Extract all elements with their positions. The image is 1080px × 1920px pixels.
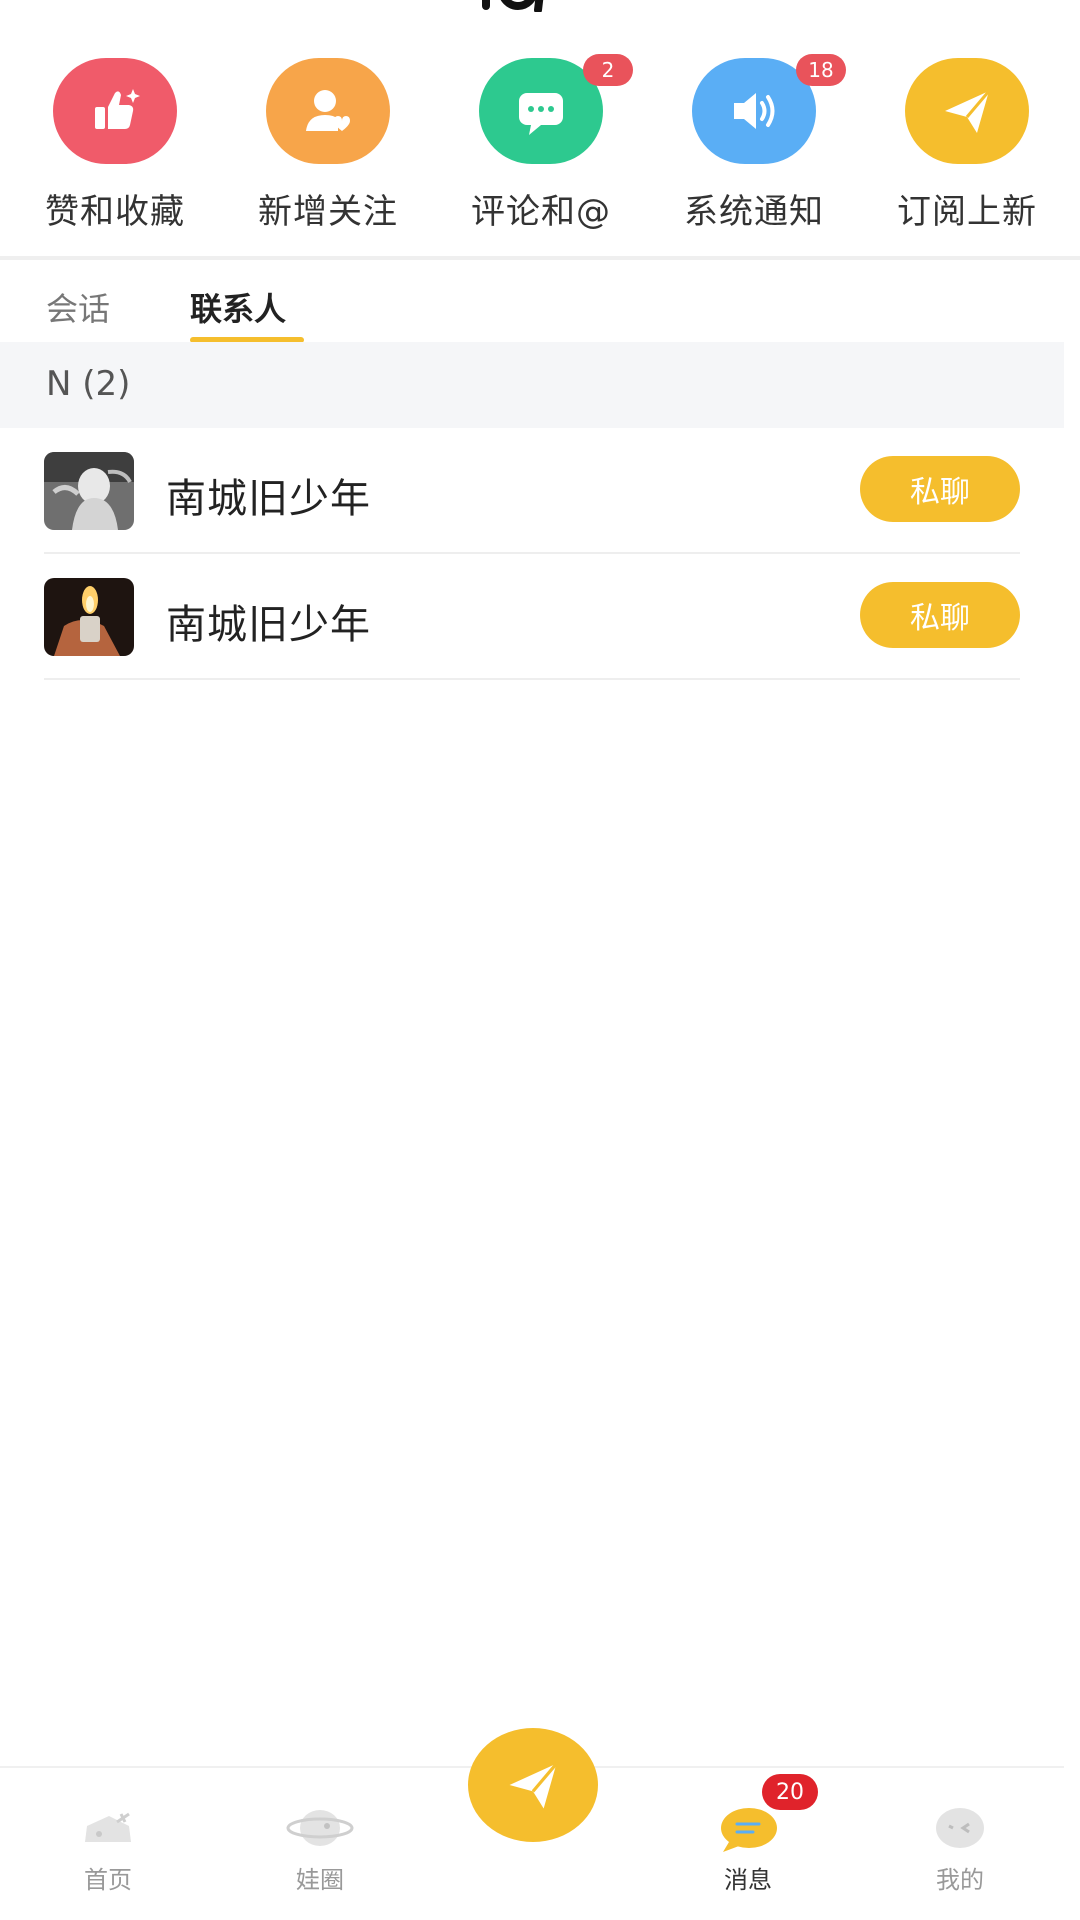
tab-contacts[interactable]: 联系人 [190,284,286,330]
planet-icon [286,1810,354,1846]
avatar [44,452,134,530]
top-cropped-title [0,0,1080,20]
category-label: 系统通知 [684,192,824,232]
nav-circle[interactable]: 娃圈 [250,1768,390,1895]
category-label: 订阅上新 [897,192,1037,232]
contact-name: 南城旧少年 [166,602,371,648]
contact-name: 南城旧少年 [166,476,371,522]
cropped-logo-icon [482,0,544,12]
list-item[interactable]: 南城旧少年 私聊 [44,428,1020,554]
unread-badge: 18 [796,54,846,86]
contact-group-header: N (2) [0,342,1064,428]
private-chat-button[interactable]: 私聊 [860,582,1020,648]
chat-bubble-icon: 2 [479,54,633,164]
category-label: 新增关注 [258,192,398,232]
category-comments-mentions[interactable]: 2 评论和@ [451,54,633,233]
home-doll-icon [85,1812,131,1842]
notification-categories: 赞和收藏 新增关注 2 评论和@ 18 系统通知 订阅上新 [0,54,1080,258]
category-system-notices[interactable]: 18 系统通知 [664,54,846,233]
section-divider [0,256,1080,260]
list-item[interactable]: 南城旧少年 私聊 [44,554,1020,680]
paper-plane-icon [509,1762,558,1809]
nav-home[interactable]: 首页 [38,1768,178,1895]
unread-badge: 2 [583,54,633,86]
messages-unread-badge: 20 [762,1774,818,1810]
lighter-flame-avatar [44,578,134,656]
category-subscriptions[interactable]: 订阅上新 [877,58,1057,233]
publish-button[interactable] [468,1728,598,1842]
speaker-icon: 18 [692,54,846,164]
category-likes-favorites[interactable]: 赞和收藏 [25,58,205,233]
tab-conversations[interactable]: 会话 [46,284,110,330]
profile-face-icon [936,1808,984,1848]
group-header-label: N (2) [46,364,131,404]
category-new-followers[interactable]: 新增关注 [238,58,418,233]
private-chat-button[interactable]: 私聊 [860,456,1020,522]
category-label: 评论和@ [471,192,611,232]
avatar [44,578,134,656]
nav-label: 消息 [724,1866,772,1894]
category-label: 赞和收藏 [45,192,185,232]
tab-bar: 会话 联系人 [0,262,1080,343]
paper-plane-icon [905,58,1029,164]
nav-profile[interactable]: 我的 [890,1768,1030,1895]
thumbs-up-icon [53,58,177,164]
user-heart-icon [266,58,390,164]
nav-label: 首页 [84,1866,132,1894]
grayscale-figure-avatar [44,452,134,530]
nav-label: 娃圈 [296,1866,344,1894]
nav-label: 我的 [936,1866,984,1894]
